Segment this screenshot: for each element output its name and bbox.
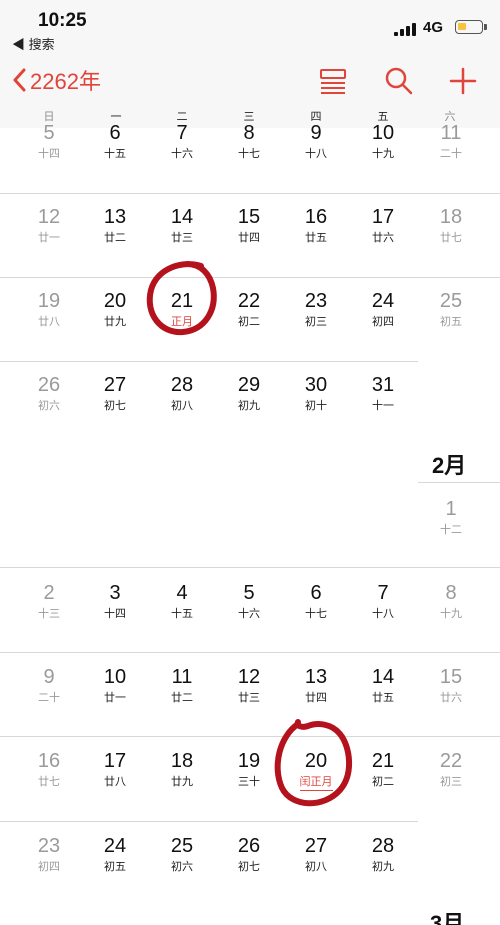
day-cell[interactable]: 28 初八 <box>152 374 212 413</box>
day-cell[interactable]: 25 初六 <box>152 835 212 874</box>
day-cell[interactable]: 5 十四 <box>19 122 79 161</box>
day-cell[interactable]: 20 廿九 <box>85 290 145 329</box>
day-cell[interactable]: 28 初九 <box>353 835 413 874</box>
day-cell[interactable]: 10 廿一 <box>85 666 145 705</box>
day-cell[interactable]: 26 初六 <box>19 374 79 413</box>
day-cell[interactable]: 17 廿八 <box>85 750 145 789</box>
calendar-screen: 10:25 ◀ 搜索 4G 2262年 日 一 二 三 四 五 六 5 十四 6… <box>0 0 500 925</box>
calendar-toolbar: 2262年 <box>0 54 500 110</box>
day-cell[interactable]: 18 廿七 <box>421 206 481 245</box>
day-cell[interactable]: 26 初七 <box>219 835 279 874</box>
status-bar: 10:25 ◀ 搜索 4G <box>0 0 500 54</box>
day-cell[interactable]: 12 廿一 <box>19 206 79 245</box>
week-divider <box>0 277 500 278</box>
back-to-search-link[interactable]: ◀ 搜索 <box>12 34 55 53</box>
network-type: 4G <box>422 19 443 36</box>
day-cell[interactable]: 11 二十 <box>421 122 481 161</box>
battery-icon <box>455 20 487 34</box>
search-icon[interactable] <box>384 66 414 96</box>
week-divider <box>0 567 500 568</box>
day-cell[interactable]: 16 廿五 <box>286 206 346 245</box>
day-cell[interactable]: 13 廿二 <box>85 206 145 245</box>
day-cell[interactable]: 14 廿三 <box>152 206 212 245</box>
day-cell[interactable]: 12 廿三 <box>219 666 279 705</box>
day-cell[interactable]: 8 十九 <box>421 582 481 621</box>
day-cell[interactable]: 9 二十 <box>19 666 79 705</box>
day-cell-lunar-new-year[interactable]: 21 正月 <box>152 290 212 331</box>
day-cell[interactable]: 17 廿六 <box>353 206 413 245</box>
day-cell[interactable]: 21 初二 <box>353 750 413 789</box>
day-cell[interactable]: 19 廿八 <box>19 290 79 329</box>
month-label-feb: 2月 <box>432 453 467 478</box>
day-cell[interactable]: 13 廿四 <box>286 666 346 705</box>
week-divider <box>0 652 500 653</box>
day-cell[interactable]: 7 十八 <box>353 582 413 621</box>
day-cell[interactable]: 1 十二 <box>421 498 481 537</box>
month-divider <box>418 482 500 483</box>
month-grid: 5 十四 6 十五 7 十六 8 十七 9 十八 10 十九 11 二十 12 廿一 13 廿二 … <box>0 122 500 925</box>
day-cell-leap-first-month[interactable]: 20 闰正月 <box>286 750 346 791</box>
day-cell[interactable]: 2 十三 <box>19 582 79 621</box>
day-cell[interactable]: 22 初二 <box>219 290 279 329</box>
list-view-icon[interactable] <box>318 66 348 96</box>
add-icon[interactable] <box>448 66 478 96</box>
day-cell[interactable]: 14 廿五 <box>353 666 413 705</box>
day-cell[interactable]: 11 廿二 <box>152 666 212 705</box>
day-cell[interactable]: 15 廿六 <box>421 666 481 705</box>
day-cell[interactable]: 10 十九 <box>353 122 413 161</box>
day-cell[interactable]: 3 十四 <box>85 582 145 621</box>
day-cell[interactable]: 27 初七 <box>85 374 145 413</box>
chevron-left-icon <box>13 68 26 92</box>
status-time: 10:25 <box>38 10 87 31</box>
day-cell[interactable]: 19 三十 <box>219 750 279 789</box>
day-cell[interactable]: 23 初四 <box>19 835 79 874</box>
day-cell[interactable]: 31 十一 <box>353 374 413 413</box>
day-cell[interactable]: 6 十七 <box>286 582 346 621</box>
day-cell[interactable]: 18 廿九 <box>152 750 212 789</box>
day-cell[interactable]: 29 初九 <box>219 374 279 413</box>
week-divider <box>0 821 418 822</box>
day-cell[interactable]: 4 十五 <box>152 582 212 621</box>
day-cell[interactable]: 23 初三 <box>286 290 346 329</box>
signal-icon <box>394 22 416 36</box>
day-cell[interactable]: 7 十六 <box>152 122 212 161</box>
day-cell[interactable]: 16 廿七 <box>19 750 79 789</box>
day-cell[interactable]: 27 初八 <box>286 835 346 874</box>
week-divider <box>0 361 418 362</box>
year-label: 2262年 <box>30 69 101 94</box>
month-label-mar: 3月 <box>430 911 465 925</box>
day-cell[interactable]: 25 初五 <box>421 290 481 329</box>
day-cell[interactable]: 15 廿四 <box>219 206 279 245</box>
day-cell[interactable]: 30 初十 <box>286 374 346 413</box>
day-cell[interactable]: 24 初五 <box>85 835 145 874</box>
day-cell[interactable]: 9 十八 <box>286 122 346 161</box>
day-cell[interactable]: 5 十六 <box>219 582 279 621</box>
week-divider <box>0 193 500 194</box>
year-back-button[interactable]: 2262年 <box>12 64 101 96</box>
week-divider <box>0 736 500 737</box>
day-cell[interactable]: 24 初四 <box>353 290 413 329</box>
day-cell[interactable]: 6 十五 <box>85 122 145 161</box>
day-cell[interactable]: 8 十七 <box>219 122 279 161</box>
day-cell[interactable]: 22 初三 <box>421 750 481 789</box>
